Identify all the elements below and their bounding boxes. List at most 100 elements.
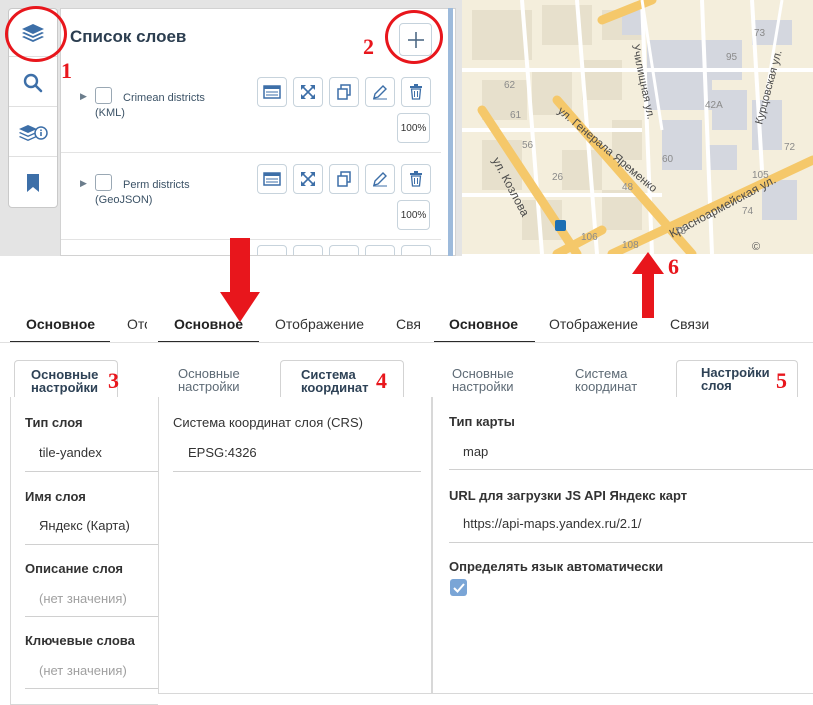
annotation-number: 1 — [61, 58, 72, 83]
pencil-icon — [373, 85, 387, 100]
sub-tabs: Основные настройки — [10, 360, 158, 398]
house-number: 73 — [754, 28, 766, 39]
table-icon — [263, 172, 281, 186]
zoom-to-layer-button[interactable] — [293, 77, 323, 107]
zoom-to-layer-button[interactable] — [293, 245, 323, 255]
subtab-basic-settings[interactable]: Основные настройки — [14, 360, 118, 398]
house-number: 75 — [675, 226, 687, 237]
annotation-number: 5 — [776, 368, 787, 393]
auto-language-checkbox[interactable] — [450, 579, 467, 596]
expand-caret-icon[interactable]: ▶ — [80, 178, 87, 189]
annotation-number: 6 — [668, 254, 679, 279]
bus-stop-icon — [555, 220, 566, 231]
tabbar-divider — [432, 342, 813, 343]
field-label: Тип карты — [449, 414, 515, 429]
tab-main-links[interactable]: Связи — [670, 316, 709, 332]
attributes-table-button[interactable] — [257, 164, 287, 194]
tab-main-basic[interactable]: Основное — [26, 316, 95, 332]
layer-format: (GeoJSON) — [95, 194, 153, 206]
house-number: 42A — [705, 100, 723, 111]
layer-settings-form: Тип карты map URL для загрузки JS API Ян… — [432, 397, 813, 694]
annotation-circle — [385, 10, 443, 64]
house-number: 72 — [784, 142, 796, 153]
copy-icon — [337, 171, 351, 187]
tab-main-basic[interactable]: Основное — [449, 316, 518, 332]
layer-type-value[interactable]: tile-yandex — [39, 445, 102, 460]
map-copyright: © — [752, 241, 760, 253]
zoom-to-layer-button[interactable] — [293, 164, 323, 194]
panel-scrollbar[interactable] — [448, 8, 453, 256]
tab-main-links[interactable]: Свя — [396, 316, 422, 332]
house-number: 56 — [522, 140, 534, 151]
layer-info-toolbar-button[interactable] — [9, 109, 57, 157]
layer-row: ▶ Crimean districts (KML) 100% — [61, 67, 441, 153]
duplicate-layer-button[interactable] — [329, 245, 359, 255]
layer-description-input[interactable]: (нет значения) — [39, 591, 127, 606]
tabbar-divider — [0, 342, 158, 343]
house-number: 105 — [752, 170, 769, 181]
field-underline — [25, 471, 159, 472]
annotation-arrow-up — [632, 252, 664, 318]
duplicate-layer-button[interactable] — [329, 164, 359, 194]
coordinate-system-form: Система координат слоя (CRS) EPSG:4326 — [158, 397, 432, 694]
tab-main-display[interactable]: Отображение — [275, 316, 364, 332]
field-label: Описание слоя — [25, 561, 123, 576]
keywords-input[interactable]: (нет значения) — [39, 663, 127, 678]
tab-main-display[interactable]: Ото — [127, 316, 147, 332]
main-tabs: Основное Отображение Свя — [158, 316, 432, 342]
main-tabs: Основное Отображение Связи — [432, 316, 813, 342]
panel-title: Список слоев — [70, 27, 187, 46]
map-view[interactable]: ул. Козлова ул. Генерала Яременко Училищ… — [462, 0, 813, 254]
bookmarks-toolbar-button[interactable] — [9, 159, 57, 207]
annotation-arrow-down — [220, 238, 260, 322]
subtab-basic-settings[interactable]: Основные настройки — [178, 360, 274, 398]
expand-caret-icon[interactable]: ▶ — [80, 91, 87, 102]
layer-name-input[interactable]: Яндекс (Карта) — [39, 518, 130, 533]
layer-visibility-checkbox[interactable] — [95, 255, 112, 256]
delete-layer-button[interactable] — [401, 164, 431, 194]
tab-main-display[interactable]: Отображение — [549, 316, 638, 332]
field-underline — [25, 544, 159, 545]
map-type-value[interactable]: map — [463, 444, 488, 459]
annotation-number: 2 — [363, 34, 374, 59]
field-label: Определять язык автоматически — [449, 559, 664, 574]
house-number: 74 — [742, 206, 754, 217]
search-toolbar-button[interactable] — [9, 59, 57, 107]
tab-main-basic[interactable]: Основное — [174, 316, 243, 332]
expand-icon — [301, 85, 315, 99]
crs-value[interactable]: EPSG:4326 — [188, 445, 257, 460]
field-label: Тип слоя — [25, 415, 83, 430]
delete-layer-button[interactable] — [401, 245, 431, 255]
duplicate-layer-button[interactable] — [329, 77, 359, 107]
field-label: Ключевые слова — [25, 633, 135, 648]
layer-row: ▶ Perm districts (GeoJSON) 100% — [61, 154, 441, 240]
layer-actions — [257, 245, 431, 255]
layer-visibility-checkbox[interactable] — [95, 87, 112, 104]
subtab-coordinate-system[interactable]: Система координат — [575, 360, 671, 398]
api-url-input[interactable]: https://api-maps.yandex.ru/2.1/ — [463, 516, 641, 531]
subtab-basic-settings[interactable]: Основные настройки — [452, 360, 548, 398]
edit-layer-button[interactable] — [365, 245, 395, 255]
layer-opacity-button[interactable]: 100% — [397, 113, 430, 143]
attributes-table-button[interactable] — [257, 77, 287, 107]
house-number: 48 — [622, 182, 634, 193]
field-underline — [25, 616, 159, 617]
map-tile: ул. Козлова ул. Генерала Яременко Училищ… — [462, 0, 813, 254]
expand-icon — [301, 172, 315, 186]
edit-layer-button[interactable] — [365, 164, 395, 194]
annotation-number: 3 — [108, 368, 119, 393]
delete-layer-button[interactable] — [401, 77, 431, 107]
field-underline — [449, 542, 813, 543]
layer-visibility-checkbox[interactable] — [95, 174, 112, 191]
layers-info-icon — [19, 124, 48, 141]
field-label: URL для загрузки JS API Яндекс карт — [449, 488, 688, 503]
annotation-number: 4 — [376, 368, 387, 393]
sub-tabs: Основные настройки Система координат — [158, 360, 432, 398]
pencil-icon — [373, 172, 387, 187]
layer-name: Crimean districts — [123, 92, 205, 104]
main-tabs: Основное Ото — [0, 316, 158, 342]
copy-icon — [337, 84, 351, 100]
house-number: 62 — [504, 80, 516, 91]
layer-opacity-button[interactable]: 100% — [397, 200, 430, 230]
edit-layer-button[interactable] — [365, 77, 395, 107]
